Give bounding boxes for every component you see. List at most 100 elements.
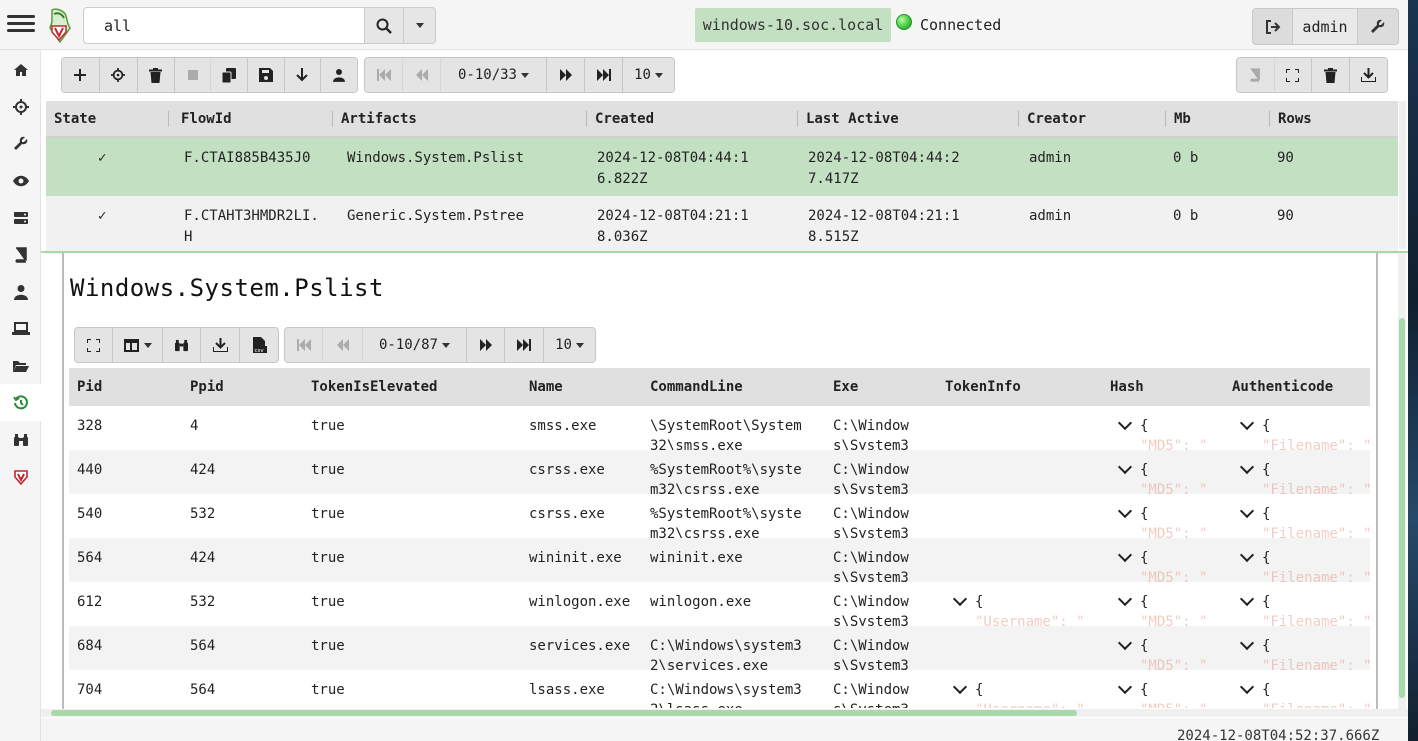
search-input[interactable] [83, 7, 365, 44]
find-button[interactable] [163, 328, 201, 362]
chevron-down-icon[interactable] [1117, 504, 1133, 519]
column-header[interactable]: Ppid [182, 379, 303, 395]
search-button[interactable] [364, 7, 404, 44]
page-selector[interactable]: 0-10/33 [441, 58, 547, 92]
prev-page-button[interactable] [403, 58, 441, 92]
chevron-down-icon[interactable] [1239, 504, 1255, 519]
page-selector[interactable]: 0-10/87 [363, 328, 467, 362]
table-row[interactable]: 540 532 true csrss.exe %SystemRoot%\system32… [69, 494, 1370, 538]
table-row[interactable]: 440 424 true csrss.exe %SystemRoot%\system32… [69, 450, 1370, 494]
column-header[interactable]: TokenInfo [937, 379, 1102, 395]
detail-vertical-scrollbar[interactable] [1398, 253, 1406, 709]
column-header[interactable]: TokenIsElevated [303, 379, 521, 395]
table-row[interactable]: 564 424 true wininit.exe wininit.exe C:\Windo… [69, 538, 1370, 582]
user-filter-button[interactable] [321, 58, 357, 92]
exe-cell: C:\Windows\System3 [833, 462, 909, 494]
column-header[interactable]: Authenticode [1224, 379, 1370, 395]
sidebar-item-users[interactable] [0, 273, 41, 310]
chevron-down-icon[interactable] [1239, 416, 1255, 431]
flows-scrollbar[interactable] [1399, 101, 1406, 249]
column-header[interactable]: Creator [1019, 110, 1166, 127]
menu-icon[interactable] [7, 11, 35, 39]
column-header[interactable]: Last Active [798, 110, 1019, 127]
sidebar-item-events[interactable] [0, 162, 41, 199]
column-selector-button[interactable] [113, 328, 163, 362]
column-header[interactable]: Created [587, 110, 798, 127]
json-preview: {"Username": " [975, 680, 1085, 708]
column-header[interactable]: CommandLine [642, 379, 825, 395]
cancel-flow-button[interactable] [175, 58, 212, 92]
sidebar-item-velociraptor[interactable] [0, 458, 41, 495]
chevron-down-icon[interactable] [1239, 548, 1255, 563]
table-row[interactable]: 704 564 true lsass.exe C:\Windows\system32\l… [69, 670, 1370, 708]
velociraptor-logo[interactable] [46, 8, 72, 44]
sidebar-item-hunt[interactable] [0, 88, 41, 125]
sidebar-item-client-info[interactable] [0, 310, 41, 347]
search-dropdown-button[interactable] [403, 7, 436, 44]
column-header[interactable]: Pid [69, 379, 182, 395]
column-header[interactable]: Artifacts [333, 110, 587, 127]
table-row[interactable]: 612 532 true winlogon.exe winlogon.exe C:\Win… [69, 582, 1370, 626]
fullscreen-button[interactable] [75, 328, 113, 362]
chevron-down-icon[interactable] [1117, 636, 1133, 651]
notebook-button[interactable] [1237, 58, 1275, 92]
download-json-button[interactable] [201, 328, 240, 362]
next-page-button[interactable] [467, 328, 505, 362]
new-collection-button[interactable] [62, 58, 100, 92]
column-header[interactable]: State [46, 110, 169, 127]
next-page-button[interactable] [547, 58, 585, 92]
copy-collection-button[interactable] [211, 58, 248, 92]
download-csv-button[interactable]: csv [240, 328, 278, 362]
json-preview: {"MD5": " [1140, 548, 1207, 582]
chevron-down-icon[interactable] [1239, 636, 1255, 651]
chevron-down-icon[interactable] [1117, 548, 1133, 563]
flow-row[interactable]: ✓ F.CTAHT3HMDR2LI.H Generic.System.Pstre… [46, 196, 1398, 254]
column-header[interactable]: Hash [1102, 379, 1224, 395]
sidebar-item-vfs[interactable] [0, 347, 41, 384]
user-menu-button[interactable]: admin [1293, 9, 1358, 44]
delete-button[interactable] [1312, 58, 1350, 92]
column-header[interactable]: Rows [1270, 111, 1390, 127]
chevron-down-icon[interactable] [1117, 680, 1133, 695]
chevron-down-icon[interactable] [1239, 460, 1255, 475]
sidebar-item-artifacts[interactable] [0, 125, 41, 162]
chevron-down-icon[interactable] [1239, 592, 1255, 607]
chevron-down-icon[interactable] [1117, 592, 1133, 607]
last-page-button[interactable] [585, 58, 623, 92]
logout-button[interactable] [1253, 9, 1293, 44]
sidebar-item-collected[interactable] [0, 384, 41, 421]
flow-row[interactable]: ✓ F.CTAI885B435J0 Windows.System.Pslist … [46, 138, 1398, 196]
page-size-selector[interactable]: 10 [544, 328, 595, 362]
user-settings-button[interactable] [1358, 9, 1398, 44]
sidebar-item-notebooks[interactable] [0, 236, 41, 273]
column-header[interactable]: Exe [825, 379, 937, 395]
prev-page-button[interactable] [323, 328, 363, 362]
scrollbar-thumb[interactable] [51, 710, 1077, 716]
column-header[interactable]: FlowId [169, 110, 333, 127]
delete-flow-button[interactable] [137, 58, 176, 92]
page-size-selector[interactable]: 10 [623, 58, 674, 92]
chevron-down-icon[interactable] [952, 592, 968, 607]
export-button[interactable] [1349, 58, 1387, 92]
column-header[interactable]: Name [521, 379, 642, 395]
first-page-button[interactable] [285, 328, 323, 362]
sidebar-item-monitoring[interactable] [0, 421, 41, 458]
detail-horizontal-scrollbar[interactable] [41, 709, 1408, 717]
last-page-button[interactable] [505, 328, 544, 362]
chevron-down-icon[interactable] [1117, 416, 1133, 431]
first-page-button[interactable] [365, 58, 403, 92]
scrollbar-thumb[interactable] [1399, 318, 1405, 698]
chevron-down-icon[interactable] [1239, 680, 1255, 695]
maximize-button[interactable] [1274, 58, 1312, 92]
chevron-down-icon[interactable] [952, 680, 968, 695]
sidebar-item-home[interactable] [0, 51, 41, 88]
download-collection-button[interactable] [284, 58, 322, 92]
add-to-hunt-button[interactable] [99, 58, 138, 92]
sidebar-item-server[interactable] [0, 199, 41, 236]
table-row[interactable]: 684 564 true services.exe C:\Windows\system3… [69, 626, 1370, 670]
column-header[interactable]: Mb [1166, 110, 1270, 127]
table-row[interactable]: 328 4 true smss.exe \SystemRoot\System32\sms… [69, 406, 1370, 450]
client-hostname-badge[interactable]: windows-10.soc.local [695, 8, 891, 42]
chevron-down-icon[interactable] [1117, 460, 1133, 475]
save-collection-button[interactable] [247, 58, 285, 92]
